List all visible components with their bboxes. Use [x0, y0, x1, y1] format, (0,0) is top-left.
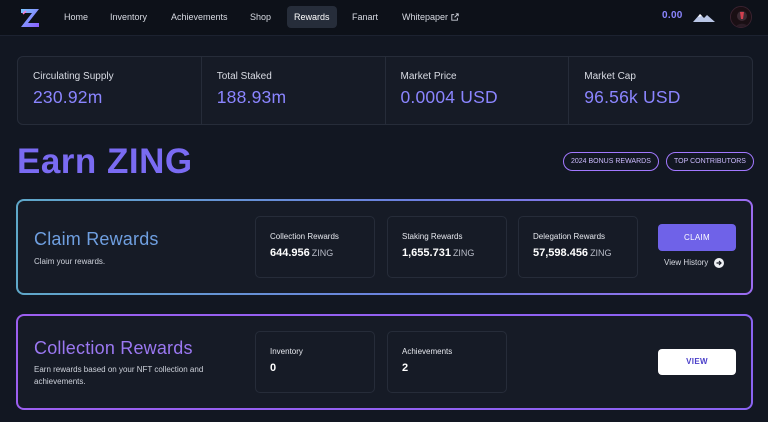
nav-home[interactable]: Home [57, 6, 95, 28]
nav-inventory[interactable]: Inventory [103, 6, 154, 28]
external-link-icon [451, 7, 459, 29]
claim-button[interactable]: CLAIM [658, 224, 736, 251]
stat-total-staked: Total Staked 188.93m [202, 57, 386, 124]
collection-rewards-card: Collection Rewards Earn rewards based on… [16, 314, 753, 410]
token-balance: 0.00 [662, 10, 683, 21]
box-amount: 644.956 [270, 247, 310, 259]
box-value: 57,598.456 ZING [533, 247, 637, 259]
collection-rewards-box: Collection Rewards 644.956 ZING [255, 216, 375, 278]
box-label: Inventory [270, 347, 303, 356]
card-description: Earn rewards based on your NFT collectio… [34, 365, 204, 386]
claim-rewards-card-body: Claim Rewards Claim your rewards. Collec… [18, 201, 751, 293]
token-stats-panel: Circulating Supply 230.92m Total Staked … [17, 56, 753, 125]
nav-achievements[interactable]: Achievements [164, 6, 235, 28]
top-nav: Home Inventory Achievements Shop Rewards… [0, 0, 768, 36]
box-unit: ZING [311, 248, 334, 258]
nav-whitepaper-label: Whitepaper [402, 12, 449, 22]
user-avatar[interactable] [730, 6, 752, 28]
stat-market-cap: Market Cap 96.56k USD [569, 57, 752, 124]
stat-value: 188.93m [216, 87, 287, 107]
nav-rewards[interactable]: Rewards [287, 6, 337, 28]
view-history-link[interactable]: View History [664, 258, 725, 268]
box-label: Staking Rewards [402, 232, 463, 241]
arrow-right-circle-icon [714, 258, 725, 268]
top-contributors-button[interactable]: TOP CONTRIBUTORS [666, 152, 754, 171]
stat-label: Market Cap [584, 71, 636, 82]
zing-logo[interactable] [18, 6, 42, 30]
card-description: Claim your rewards. [34, 257, 106, 266]
box-value: 0 [270, 362, 277, 374]
stat-value: 96.56k USD [584, 87, 681, 107]
staking-rewards-box: Staking Rewards 1,655.731 ZING [387, 216, 507, 278]
box-value: 2 [402, 362, 409, 374]
card-title: Collection Rewards [34, 338, 193, 358]
box-label: Delegation Rewards [533, 232, 606, 241]
box-unit: ZING [452, 248, 475, 258]
nav-shop[interactable]: Shop [243, 6, 278, 28]
box-amount: 57,598.456 [533, 247, 589, 259]
claim-rewards-card: Claim Rewards Claim your rewards. Collec… [16, 199, 753, 295]
nav-whitepaper[interactable]: Whitepaper [395, 6, 466, 28]
collection-rewards-card-body: Collection Rewards Earn rewards based on… [18, 316, 751, 408]
mountain-icon [693, 10, 715, 28]
stat-circulating-supply: Circulating Supply 230.92m [18, 57, 202, 124]
box-label: Collection Rewards [270, 232, 339, 241]
card-title: Claim Rewards [34, 229, 159, 249]
stat-market-price: Market Price 0.0004 USD [386, 57, 570, 124]
stat-label: Market Price [400, 71, 457, 82]
stat-label: Total Staked [216, 71, 272, 82]
stat-value: 230.92m [33, 87, 103, 107]
stat-label: Circulating Supply [33, 71, 114, 82]
box-label: Achievements [402, 347, 453, 356]
view-button[interactable]: VIEW [658, 349, 736, 375]
delegation-rewards-box: Delegation Rewards 57,598.456 ZING [518, 216, 638, 278]
nav-fanart[interactable]: Fanart [345, 6, 385, 28]
stat-value: 0.0004 USD [400, 87, 498, 107]
box-unit: ZING [590, 248, 612, 258]
box-value: 1,655.731 ZING [402, 247, 506, 259]
view-history-label: View History [664, 258, 709, 268]
page-title: Earn ZING [17, 142, 193, 181]
bonus-rewards-button[interactable]: 2024 BONUS REWARDS [563, 152, 659, 171]
achievements-box: Achievements 2 [387, 331, 507, 393]
box-value: 644.956 ZING [270, 247, 374, 259]
box-amount: 1,655.731 [402, 247, 451, 259]
inventory-box: Inventory 0 [255, 331, 375, 393]
